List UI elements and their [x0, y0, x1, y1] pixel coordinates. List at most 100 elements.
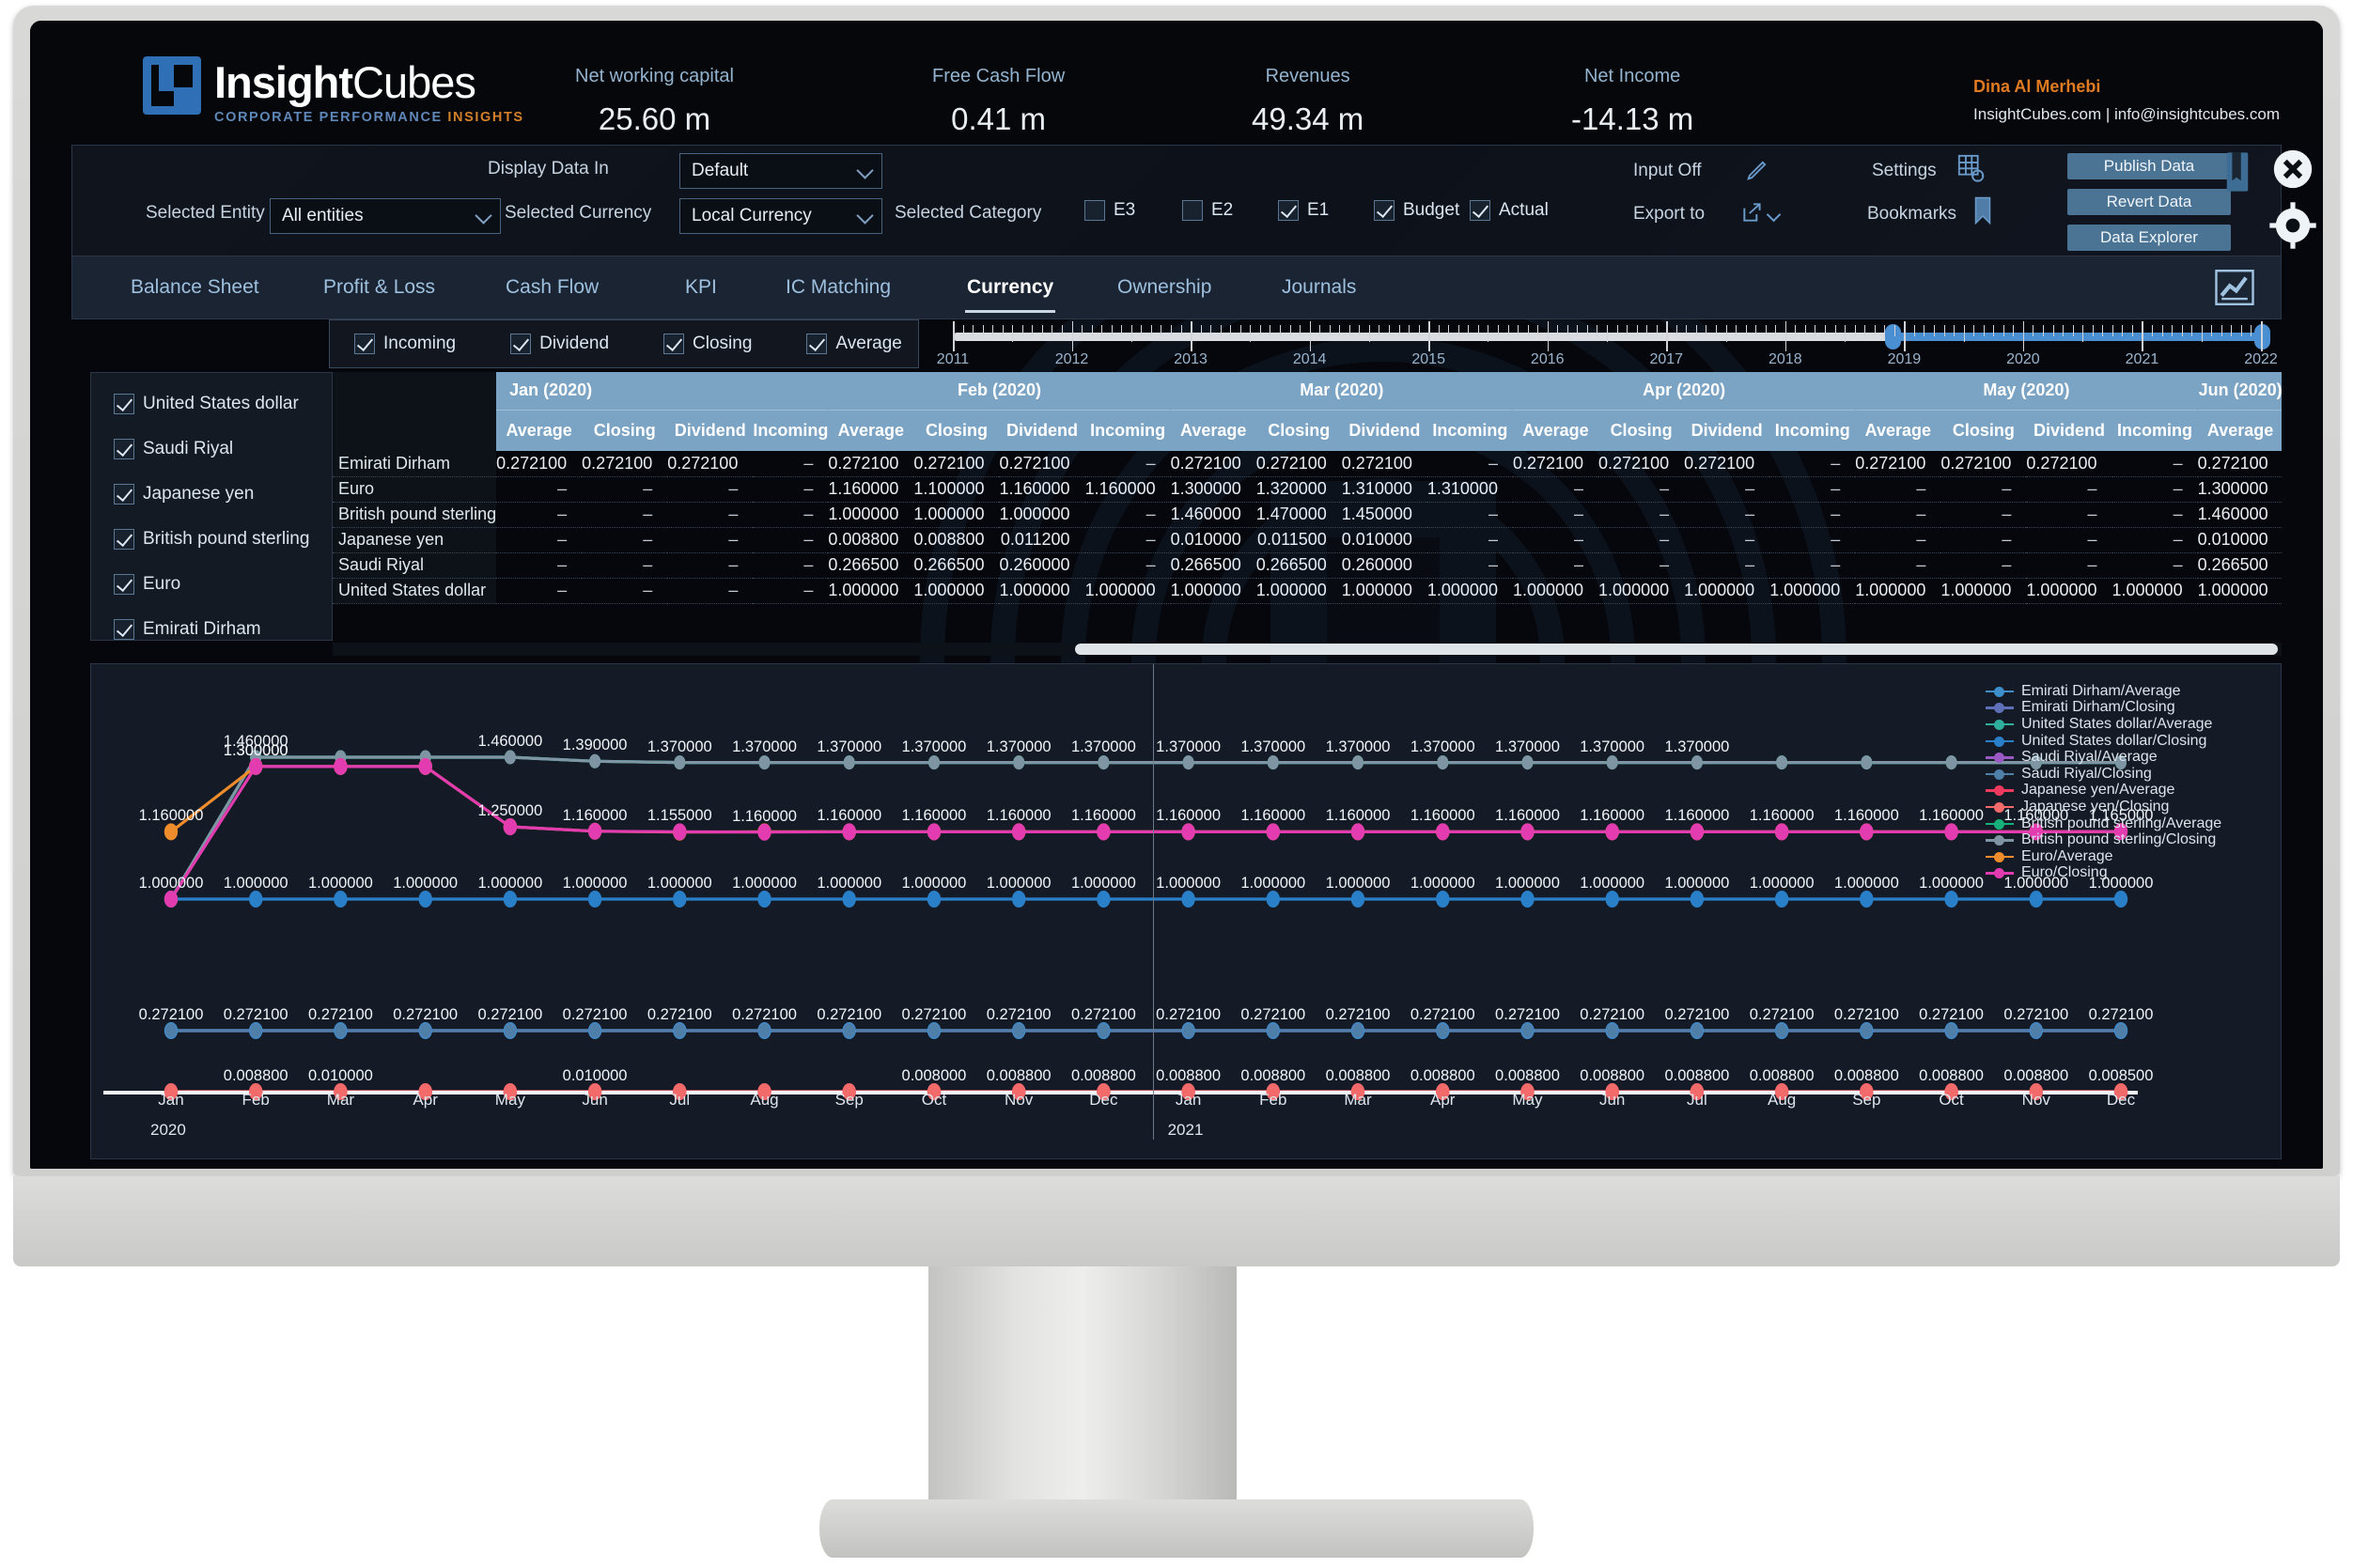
scrollbar-thumb[interactable]: [1075, 644, 2278, 655]
measure-checkbox-dividend[interactable]: Dividend: [510, 334, 609, 354]
chart-data-point[interactable]: [334, 757, 348, 775]
chart-data-point[interactable]: [674, 1023, 686, 1038]
chart-data-point[interactable]: [842, 823, 856, 841]
selected-currency-select[interactable]: Local Currency: [679, 198, 882, 234]
chart-data-point[interactable]: [1352, 755, 1363, 770]
chart-data-point[interactable]: [1437, 1023, 1449, 1038]
chart-data-point[interactable]: [335, 1023, 347, 1038]
legend-item[interactable]: Emirati Dirham/Closing: [1986, 699, 2267, 717]
chart-data-point[interactable]: [1691, 755, 1703, 770]
checkbox-icon[interactable]: [1278, 200, 1299, 221]
checkbox-icon[interactable]: [114, 619, 134, 640]
chart-data-point[interactable]: [1521, 755, 1534, 770]
chart-data-point[interactable]: [2029, 891, 2043, 908]
chart-data-point[interactable]: [504, 750, 516, 765]
chart-data-point[interactable]: [1352, 1023, 1363, 1038]
chart-data-point[interactable]: [1350, 891, 1365, 908]
chart-data-point[interactable]: [843, 1023, 855, 1038]
chart-data-point[interactable]: [589, 753, 601, 768]
table-measure-header[interactable]: Average: [496, 409, 583, 451]
measure-checkbox-incoming[interactable]: Incoming: [354, 334, 456, 354]
chart-data-point[interactable]: [1267, 1023, 1279, 1038]
table-row[interactable]: Emirati Dirham 0.272100 0.272100 0.272100–0…: [333, 451, 2282, 477]
legend-item[interactable]: Japanese yen/Closing: [1986, 799, 2267, 815]
chart-data-point[interactable]: [1266, 891, 1281, 908]
timeline-selected-range[interactable]: [1892, 333, 2261, 341]
table-measure-header[interactable]: Incoming: [1769, 409, 1856, 451]
measure-checkbox-closing[interactable]: Closing: [663, 334, 752, 354]
checkbox-icon[interactable]: [1182, 200, 1203, 221]
chart-data-point[interactable]: [1861, 755, 1873, 770]
export-icon[interactable]: [1740, 200, 1765, 229]
chart-data-point[interactable]: [1098, 755, 1110, 770]
category-checkbox-budget[interactable]: Budget: [1374, 200, 1459, 221]
chart-data-point[interactable]: [1097, 891, 1111, 908]
table-measure-header[interactable]: Incoming: [753, 409, 829, 451]
tab-profit-loss[interactable]: Profit & Loss: [321, 256, 437, 318]
legend-item[interactable]: Japanese yen/Average: [1986, 782, 2267, 800]
chart-data-point[interactable]: [1181, 823, 1195, 841]
chart-data-point[interactable]: [1181, 891, 1195, 908]
table-measure-header[interactable]: Average: [1170, 409, 1256, 451]
legend-item[interactable]: Saudi Riyal/Closing: [1986, 766, 2267, 783]
legend-item[interactable]: British pound sterling/Closing: [1986, 831, 2267, 848]
currency-item-british-pound-sterling[interactable]: British pound sterling: [114, 529, 332, 550]
measure-checkbox-average[interactable]: Average: [806, 334, 902, 354]
chart-data-point[interactable]: [1691, 1023, 1703, 1038]
chart-data-point[interactable]: [1012, 823, 1026, 841]
chart-data-point[interactable]: [927, 823, 942, 841]
chart-data-point[interactable]: [1605, 823, 1619, 841]
chart-data-point[interactable]: [249, 891, 263, 908]
chart-data-point[interactable]: [418, 891, 432, 908]
table-measure-header[interactable]: Closing: [582, 409, 668, 451]
table-measure-header[interactable]: Closing: [913, 409, 1000, 451]
chevron-down-icon[interactable]: [1766, 207, 1782, 223]
chart-data-point[interactable]: [1521, 1023, 1534, 1038]
table-measure-header[interactable]: Incoming: [1084, 409, 1171, 451]
chart-data-point[interactable]: [1520, 891, 1535, 908]
table-measure-header[interactable]: Dividend: [1684, 409, 1770, 451]
legend-item[interactable]: Saudi Riyal/Average: [1986, 749, 2267, 766]
table-measure-header[interactable]: Dividend: [667, 409, 754, 451]
chart-data-point[interactable]: [927, 891, 942, 908]
chart-data-point[interactable]: [1606, 755, 1618, 770]
checkbox-icon[interactable]: [663, 334, 685, 354]
currency-item-japanese-yen[interactable]: Japanese yen: [114, 484, 332, 505]
chart-data-point[interactable]: [249, 757, 263, 775]
chart-data-point[interactable]: [1182, 755, 1194, 770]
chart-data-point[interactable]: [758, 1023, 771, 1038]
legend-item[interactable]: United States dollar/Closing: [1986, 733, 2267, 750]
chart-data-point[interactable]: [1097, 823, 1111, 841]
table-measure-header[interactable]: Closing: [1598, 409, 1685, 451]
table-measure-header[interactable]: Average: [828, 409, 914, 451]
table-measure-header[interactable]: Dividend: [999, 409, 1085, 451]
currency-item-united-states-dollar[interactable]: United States dollar: [114, 394, 332, 414]
tab-kpi[interactable]: KPI: [683, 256, 719, 318]
chart-data-point[interactable]: [2030, 1023, 2042, 1038]
table-horizontal-scrollbar[interactable]: [333, 643, 2282, 656]
checkbox-icon[interactable]: [806, 334, 828, 354]
chart-data-point[interactable]: [928, 755, 940, 770]
publish-data-button[interactable]: Publish Data: [2067, 153, 2231, 179]
legend-item[interactable]: United States dollar/Average: [1986, 716, 2267, 733]
category-checkbox-e2[interactable]: E2: [1182, 200, 1233, 221]
legend-item[interactable]: Euro/Closing: [1986, 864, 2267, 882]
chart-data-point[interactable]: [1945, 755, 1957, 770]
chart-data-point[interactable]: [250, 1023, 262, 1038]
chart-legend[interactable]: Emirati Dirham/Average Emirati Dirham/Cl…: [1986, 683, 2267, 881]
checkbox-icon[interactable]: [354, 334, 375, 354]
book-icon[interactable]: [2223, 150, 2252, 198]
tab-ic-matching[interactable]: IC Matching: [784, 256, 893, 318]
settings-grid-icon[interactable]: [1956, 153, 1988, 190]
chart-data-point[interactable]: [928, 1023, 940, 1038]
chart-data-point[interactable]: [1861, 1023, 1873, 1038]
chart-data-point[interactable]: [2115, 1023, 2127, 1038]
chart-data-point[interactable]: [1013, 755, 1025, 770]
chart-data-point[interactable]: [1436, 823, 1450, 841]
table-measure-header[interactable]: Incoming: [2111, 409, 2198, 451]
chart-data-point[interactable]: [503, 818, 518, 835]
checkbox-icon[interactable]: [114, 529, 134, 550]
data-explorer-button[interactable]: Data Explorer: [2067, 225, 2231, 251]
checkbox-icon[interactable]: [114, 394, 134, 414]
table-measure-header[interactable]: Average: [1512, 409, 1599, 451]
